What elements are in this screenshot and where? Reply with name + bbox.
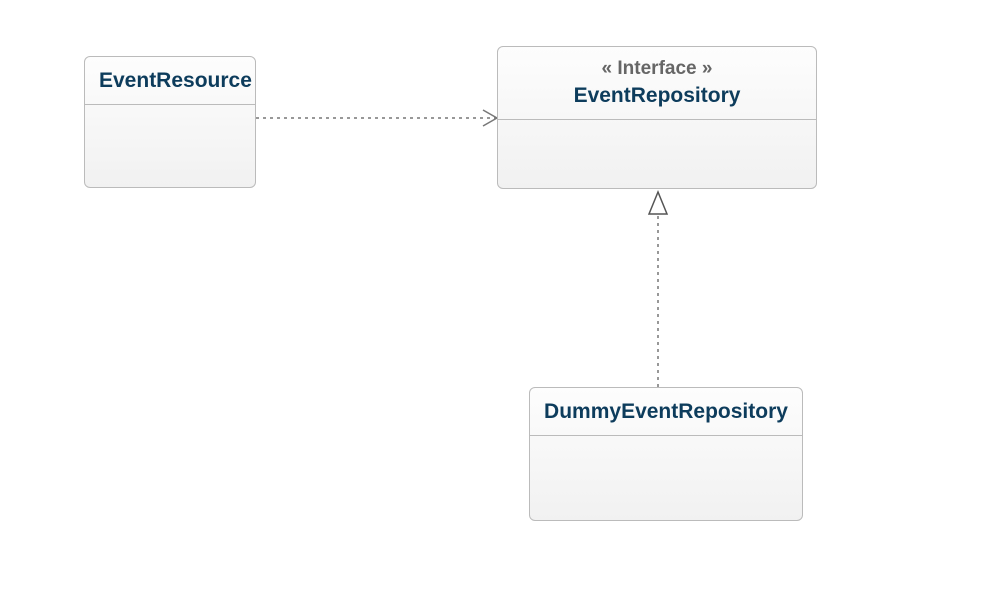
class-header: DummyEventRepository [530,388,802,436]
class-stereotype: « Interface » [512,57,802,82]
class-body [498,120,816,188]
class-name: EventResource [99,67,241,94]
class-body [85,105,255,187]
interface-event-repository[interactable]: « Interface » EventRepository [497,46,817,189]
class-header: « Interface » EventRepository [498,47,816,120]
class-body [530,436,802,520]
class-name: DummyEventRepository [544,398,788,425]
class-dummy-event-repository[interactable]: DummyEventRepository [529,387,803,521]
class-event-resource[interactable]: EventResource [84,56,256,188]
class-header: EventResource [85,57,255,105]
class-name: EventRepository [512,82,802,109]
